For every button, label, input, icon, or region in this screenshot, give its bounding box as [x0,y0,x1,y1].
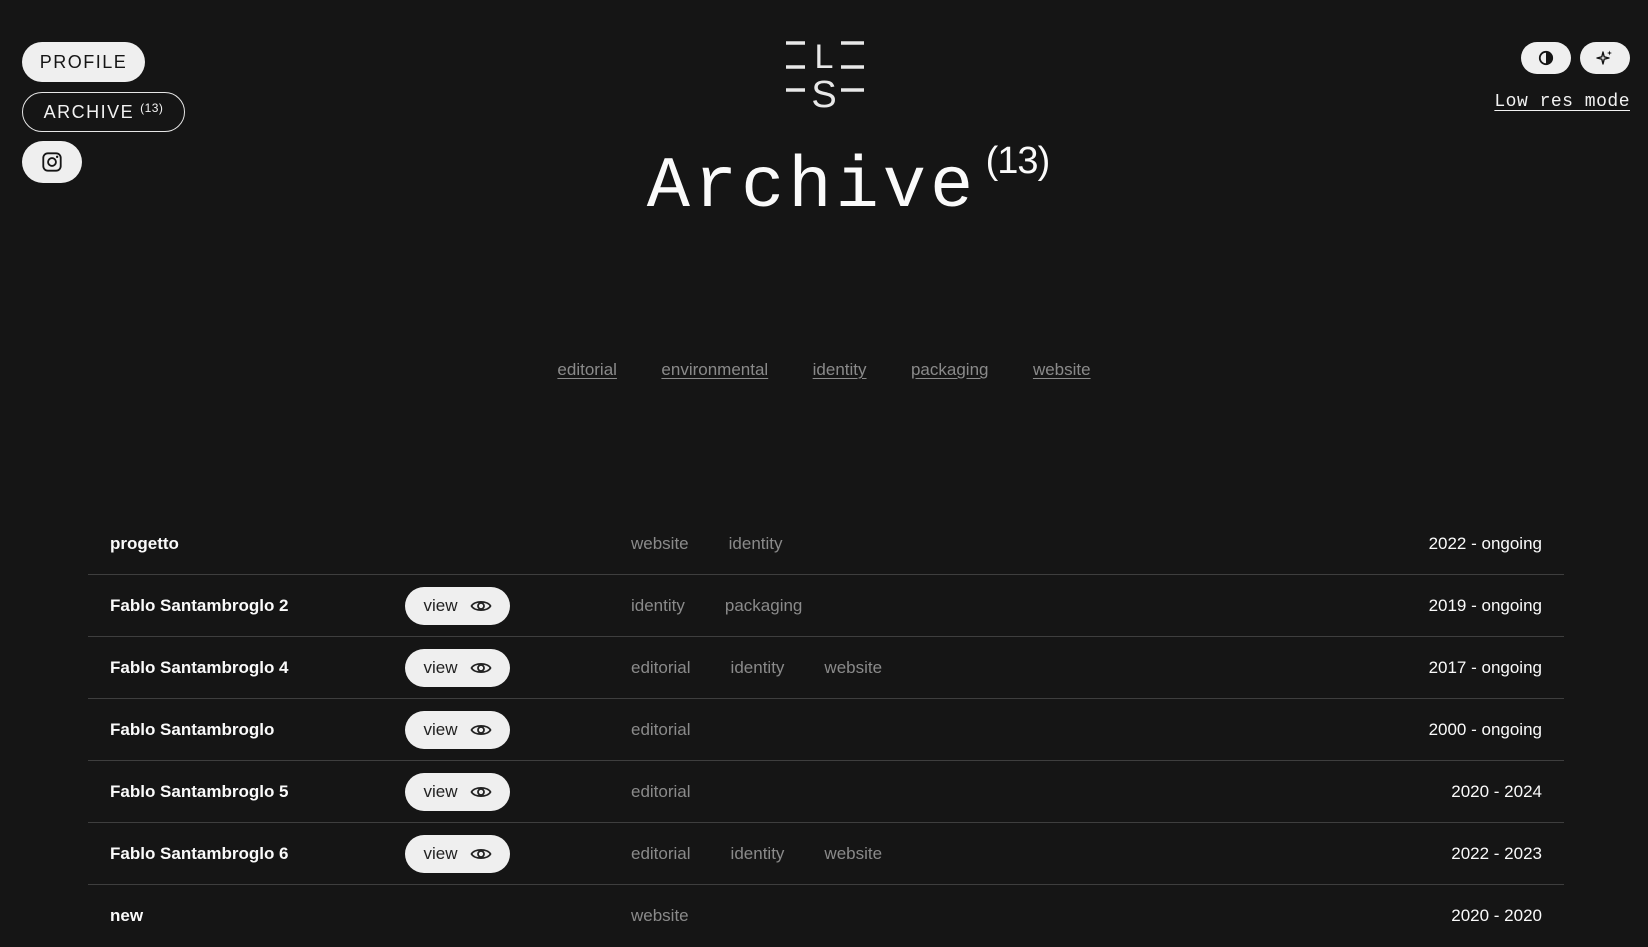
profile-button[interactable]: PROFILE [22,42,145,82]
filter-packaging[interactable]: packaging [911,360,989,380]
project-name: Fablo Santambroglo 2 [110,596,289,615]
project-tags: website [631,885,729,946]
project-years: 2017 - ongoing [1428,658,1542,677]
project-tag: identity [730,844,785,863]
eye-icon [469,662,492,674]
archive-button[interactable]: ARCHIVE (13) [22,92,185,132]
category-filters: editorial environmental identity packagi… [0,360,1648,380]
project-tag: editorial [631,658,691,677]
logo-letter-s: S [811,74,836,110]
project-tag: packaging [724,596,803,615]
project-tags: editorial [631,761,731,822]
project-tag: editorial [631,720,691,739]
table-row[interactable]: Fablo Santambroglo 4 view editorial identit… [88,637,1564,699]
page-title: Archive (13) [646,140,1050,228]
view-label: view [423,596,458,615]
project-tag: editorial [631,782,691,801]
view-button[interactable]: view [405,773,510,811]
page-title-count: (13) [985,140,1051,182]
view-label: view [423,844,458,863]
project-tags: editorial [631,699,731,760]
view-button[interactable]: view [405,711,510,749]
sparkle-toggle-button[interactable] [1580,42,1630,74]
filter-identity[interactable]: identity [813,360,867,380]
eye-icon [469,600,492,612]
project-tag: identity [730,658,785,677]
profile-label: PROFILE [39,51,128,72]
filter-website[interactable]: website [1033,360,1091,380]
archive-count: (13) [140,101,164,115]
project-name: new [110,906,144,925]
project-years: 2022 - 2023 [1451,844,1542,863]
project-tag: identity [728,534,783,553]
table-row[interactable]: Fablo Santambroglo 2 view identity packagin… [88,575,1564,637]
project-years: 2020 - 2020 [1451,906,1542,925]
page-title-text: Archive [646,146,978,228]
project-tag: website [631,534,689,553]
page-header: Archive (13) [0,140,1648,228]
logo-letter-l: L [815,40,834,76]
table-row[interactable]: Fablo Santambroglo view editorial 2000 - on… [88,699,1564,761]
view-label: view [423,658,458,677]
project-name: progetto [110,534,179,553]
archive-label: ARCHIVE [43,101,135,122]
table-row[interactable]: new website 2020 - 2020 [88,885,1564,947]
view-button[interactable]: view [405,649,510,687]
project-years: 2000 - ongoing [1428,720,1542,739]
view-label: view [423,782,458,801]
project-name: Fablo Santambroglo 6 [110,844,289,863]
project-tag: website [824,844,883,863]
view-button[interactable]: view [405,587,510,625]
low-res-mode-link[interactable]: Low res mode [1494,92,1630,112]
project-tag: identity [631,596,685,615]
table-row[interactable]: Fablo Santambroglo 5 view editorial 2020 - … [88,761,1564,823]
project-years: 2019 - ongoing [1428,596,1542,615]
view-label: view [423,720,458,739]
project-name: Fablo Santambroglo [110,720,275,739]
project-tags: identity packaging [631,575,842,636]
view-button[interactable]: view [405,835,510,873]
project-tags: website identity [631,513,823,574]
project-years: 2020 - 2024 [1451,782,1542,801]
filter-editorial[interactable]: editorial [557,360,617,380]
filter-environmental[interactable]: environmental [661,360,768,380]
eye-icon [469,724,492,736]
project-tag: website [824,658,883,677]
contrast-icon [1538,50,1554,66]
project-tags: editorial identity website [631,637,922,698]
project-tags: editorial identity website [631,823,922,884]
logo[interactable]: L S [786,40,864,110]
table-row[interactable]: progetto website identity 2022 - ongoing [88,513,1564,575]
sparkle-icon [1596,50,1612,65]
project-name: Fablo Santambroglo 4 [110,658,289,677]
project-tag: website [631,906,689,925]
table-row[interactable]: Fablo Santambroglo 6 view editorial identit… [88,823,1564,885]
eye-icon [469,848,492,860]
project-tag: editorial [631,844,691,863]
project-name: Fablo Santambroglo 5 [110,782,289,801]
project-list: progetto website identity 2022 - ongoing Fab… [88,513,1564,947]
contrast-toggle-button[interactable] [1521,42,1571,74]
eye-icon [469,786,492,798]
project-years: 2022 - ongoing [1428,534,1542,553]
